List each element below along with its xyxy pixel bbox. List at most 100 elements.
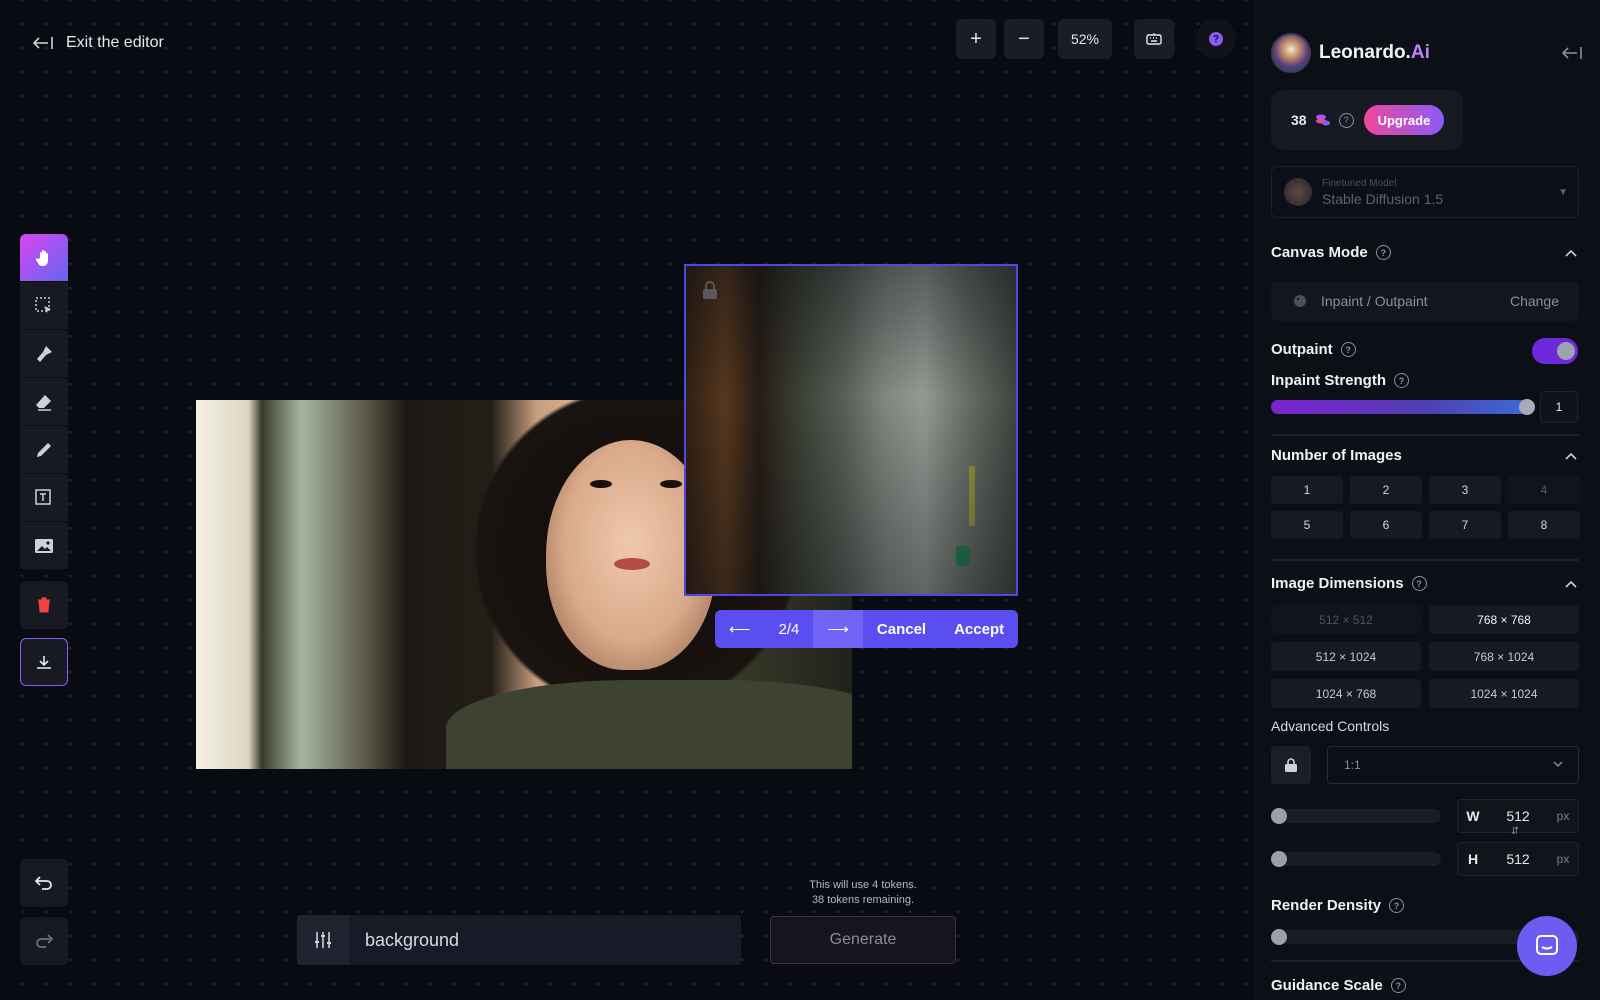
- mask-tool[interactable]: [20, 330, 68, 378]
- credits-help-icon[interactable]: ?: [1338, 112, 1354, 128]
- coins-icon: [1315, 114, 1330, 126]
- render-density-header: Render Density ?: [1271, 897, 1579, 914]
- prompt-settings-button[interactable]: [297, 915, 349, 965]
- height-slider-handle[interactable]: [1271, 851, 1287, 867]
- dimension-option[interactable]: 512 × 1024: [1271, 642, 1421, 671]
- dimensions-header[interactable]: Image Dimensions ?: [1271, 575, 1579, 592]
- accept-button[interactable]: Accept: [940, 610, 1018, 648]
- model-selector[interactable]: Finetuned Model Stable Diffusion 1.5 ▼: [1271, 166, 1579, 218]
- settings-panel: Leonardo.Ai 38 ? Upgrade Finetuned Model…: [1254, 0, 1600, 1000]
- num-images-option[interactable]: 2: [1350, 476, 1422, 504]
- num-images-option-selected[interactable]: 4: [1508, 476, 1580, 504]
- canvas-mode-title: Canvas Mode: [1271, 244, 1368, 261]
- plus-icon: +: [970, 27, 982, 50]
- collapse-panel-icon[interactable]: [1560, 44, 1584, 62]
- outpaint-toggle[interactable]: [1532, 338, 1578, 364]
- text-tool[interactable]: [20, 474, 68, 522]
- editor-canvas[interactable]: Exit the editor + − 52% ? ⟵ 2/4 ⟶ Cancel…: [0, 0, 1254, 1000]
- lock-icon[interactable]: [700, 280, 720, 300]
- text-frame-icon: [35, 488, 51, 505]
- guidance-scale-help-icon[interactable]: ?: [1390, 978, 1406, 993]
- render-density-help-icon[interactable]: ?: [1389, 898, 1405, 913]
- chat-support-button[interactable]: [1517, 916, 1577, 976]
- dimensions-help-icon[interactable]: ?: [1411, 576, 1427, 591]
- dimension-option[interactable]: 512 × 512: [1271, 605, 1421, 634]
- dimension-option[interactable]: 768 × 768: [1429, 605, 1579, 634]
- photo-eye: [590, 480, 612, 488]
- num-images-header[interactable]: Number of Images: [1271, 447, 1579, 464]
- zoom-in-button[interactable]: +: [956, 19, 996, 59]
- zoom-level[interactable]: 52%: [1058, 19, 1112, 59]
- num-images-grid: 1 2 3 4 5 6 7 8: [1271, 476, 1580, 539]
- height-input[interactable]: H 512 px: [1457, 842, 1579, 876]
- photo-shirt: [446, 680, 852, 769]
- select-tool[interactable]: [20, 282, 68, 330]
- num-images-option[interactable]: 3: [1429, 476, 1501, 504]
- redo-button[interactable]: [20, 917, 68, 965]
- divider: [1271, 434, 1579, 436]
- photo-eye: [660, 480, 682, 488]
- exit-arrow-icon: [32, 37, 53, 49]
- download-icon: [37, 656, 51, 669]
- upgrade-button[interactable]: Upgrade: [1363, 105, 1445, 135]
- canvas-mode-help-icon[interactable]: ?: [1375, 245, 1391, 260]
- exit-editor-button[interactable]: Exit the editor: [32, 34, 164, 52]
- undo-button[interactable]: [20, 859, 68, 907]
- minus-icon: −: [1018, 27, 1030, 50]
- height-value: 512: [1506, 851, 1530, 867]
- credits-box: 38 ? Upgrade: [1271, 90, 1463, 150]
- prompt-input[interactable]: [349, 929, 741, 951]
- help-button[interactable]: ?: [1196, 19, 1236, 59]
- inpaint-strength-value[interactable]: 1: [1540, 391, 1578, 423]
- num-images-option[interactable]: 5: [1271, 511, 1343, 539]
- height-label: H: [1467, 851, 1479, 867]
- aspect-ratio-value: 1:1: [1344, 758, 1361, 772]
- swap-dimensions-icon[interactable]: ⇵: [1507, 826, 1523, 840]
- dimensions-title: Image Dimensions: [1271, 575, 1404, 592]
- previous-generation-button[interactable]: ⟵: [715, 610, 765, 648]
- height-slider[interactable]: [1271, 851, 1441, 867]
- dimension-option[interactable]: 1024 × 768: [1271, 679, 1421, 708]
- image-upload-tool[interactable]: [20, 522, 68, 570]
- chevron-up-icon: [1565, 249, 1577, 257]
- token-usage-line: This will use 4 tokens.: [809, 879, 917, 891]
- keyboard-shortcuts-button[interactable]: [1134, 19, 1174, 59]
- pan-tool[interactable]: [20, 234, 68, 282]
- render-density-handle[interactable]: [1271, 929, 1287, 945]
- trash-icon: [38, 597, 50, 613]
- pencil-tool[interactable]: [20, 426, 68, 474]
- next-generation-button[interactable]: ⟶: [813, 610, 863, 648]
- aspect-ratio-select[interactable]: 1:1: [1327, 746, 1579, 784]
- chevron-up-icon: [1565, 452, 1577, 460]
- dimension-option[interactable]: 768 × 1024: [1429, 642, 1579, 671]
- inpaint-strength-help-icon[interactable]: ?: [1394, 373, 1409, 388]
- change-mode-button[interactable]: Change: [1510, 293, 1559, 309]
- eraser-tool[interactable]: [20, 378, 68, 426]
- delete-button[interactable]: [20, 581, 68, 629]
- canvas-mode-header[interactable]: Canvas Mode ?: [1271, 244, 1579, 261]
- zoom-out-button[interactable]: −: [1004, 19, 1044, 59]
- lock-icon: [1285, 758, 1297, 772]
- num-images-option[interactable]: 7: [1429, 511, 1501, 539]
- width-unit: px: [1556, 809, 1570, 823]
- width-slider[interactable]: [1271, 808, 1441, 824]
- aspect-lock-button[interactable]: [1271, 746, 1311, 784]
- brand: Leonardo.Ai: [1271, 33, 1430, 73]
- num-images-option[interactable]: 1: [1271, 476, 1343, 504]
- inpaint-strength-slider[interactable]: [1271, 400, 1531, 414]
- cancel-button[interactable]: Cancel: [863, 610, 940, 648]
- image-icon: [35, 538, 53, 553]
- generation-counter: 2/4: [778, 620, 800, 638]
- guidance-scale-title: Guidance Scale: [1271, 977, 1383, 994]
- outpaint-help-icon[interactable]: ?: [1340, 342, 1356, 357]
- generate-button[interactable]: Generate: [770, 916, 956, 964]
- width-slider-handle[interactable]: [1271, 808, 1287, 824]
- outpaint-overlay: [686, 266, 1016, 594]
- model-thumbnail: [1284, 178, 1312, 206]
- num-images-option[interactable]: 8: [1508, 511, 1580, 539]
- download-button[interactable]: [20, 638, 68, 686]
- dimension-option[interactable]: 1024 × 1024: [1429, 679, 1579, 708]
- outpaint-frame[interactable]: [684, 264, 1018, 596]
- inpaint-strength-handle[interactable]: [1519, 399, 1535, 415]
- num-images-option[interactable]: 6: [1350, 511, 1422, 539]
